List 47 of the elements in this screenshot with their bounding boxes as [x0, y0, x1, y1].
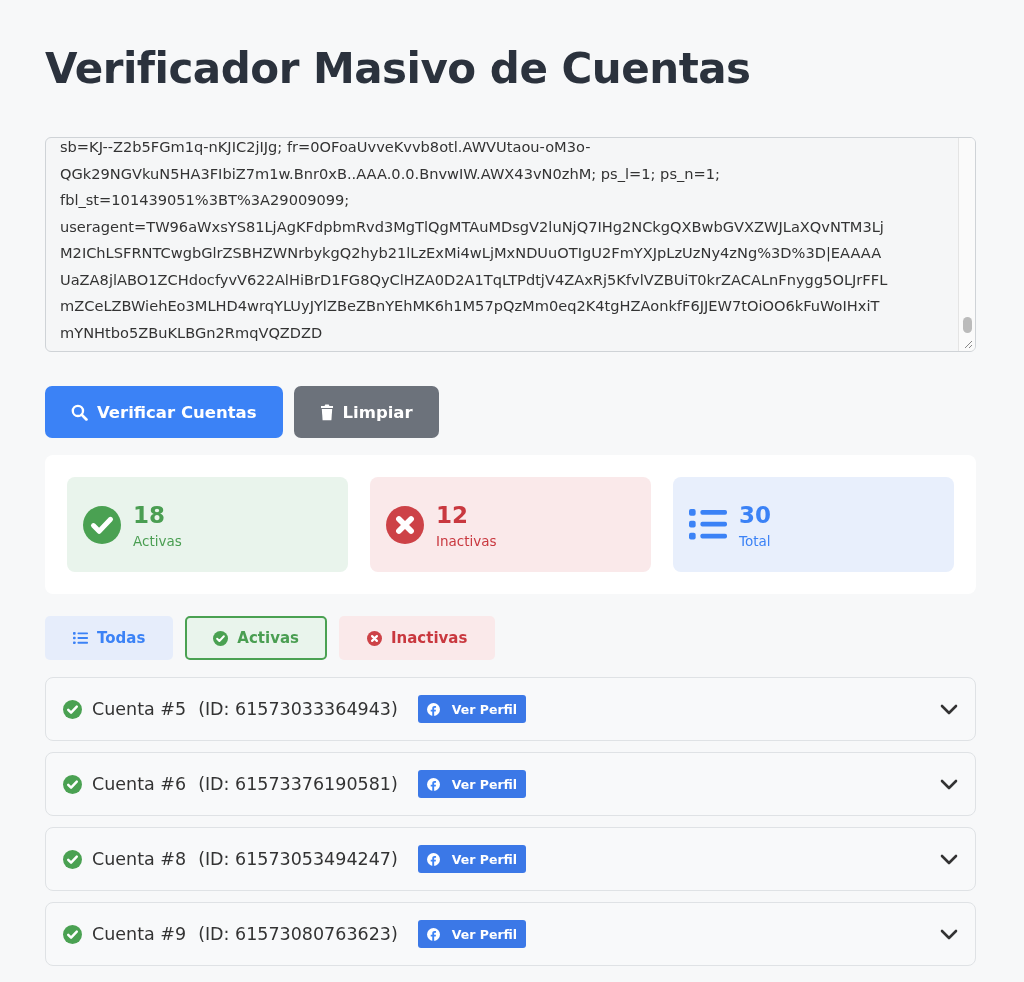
- stat-label: Activas: [133, 532, 182, 549]
- view-profile-button[interactable]: Ver Perfil: [417, 695, 527, 723]
- clear-button[interactable]: Limpiar: [293, 386, 439, 438]
- account-row[interactable]: Cuenta #6 (ID: 61573376190581) Ver Perfil: [45, 752, 976, 816]
- account-name: Cuenta #5: [92, 699, 187, 719]
- account-id: (ID: 61573376190581): [198, 774, 398, 794]
- stat-label: Inactivas: [436, 532, 497, 549]
- stat-count: 18: [133, 500, 166, 529]
- facebook-icon: [426, 927, 440, 941]
- list-icon: [689, 509, 727, 540]
- trash-icon: [319, 403, 334, 421]
- filter-tab[interactable]: Todas: [45, 616, 174, 660]
- page-title: Verificador Masivo de Cuentas: [45, 44, 752, 93]
- x-circle-icon: [386, 505, 424, 544]
- check-circle-icon: [83, 505, 121, 544]
- facebook-icon: [426, 702, 440, 716]
- cookie-text-area[interactable]: sb=KJ--Z2b5FGm1q-nKJIC2jIJg; fr=0OFoaUvveKvvb8otl.AWVUtaou-oM3o- QGk29NGVkuN5HA3FIbiZ7m1w.Bnr0xB..AAA.0.0.BnvwIW.AWX43vN0zhM; ps_l=1; ps_n=1; fbl_st=101439051%3BT%3A29009099; useragent=TW96aWxsYS81LjAgKFdpbmRvd3MgTlQgMTAuMDsgV2luNjQ7IHg2NCkgQXBwbGVXZWJLaXQvNTM3Lj M2IChLSFRNTCwgbGlrZSBHZWNrbykgQ2hyb21lLzExMi4wLjMxNDUuOTIgU2FmYXJpLzUzNy4zNg%3D%3D|EAAAA UaZA8jlABO1ZCHdocfyvV622AlHiBrD1FG8QyClHZA0D2A1TqLTPdtjV4ZAxRj5KfvlVZBUiT0krZACALnFnygg5OLJrFFL mZCeLZBWiehEo3MLHD4wrqYLUyJYlZBeZBnYEhMK6h1M57pQzMm0eq2K4tgHZAonkfF6JJEW7tOiOO6kFuWoIHxiT mYNHtbo5ZBuKLBGn2RmqVQZDZD: [45, 137, 976, 352]
- x-circle-icon: [367, 630, 382, 646]
- chevron-down-icon[interactable]: [940, 928, 958, 940]
- scrollbar-thumb[interactable]: [963, 317, 972, 333]
- account-id: (ID: 61573080763623): [198, 924, 398, 944]
- facebook-icon: [426, 777, 440, 791]
- facebook-icon: [426, 852, 440, 866]
- filter-tab[interactable]: Activas: [185, 616, 327, 660]
- chevron-down-icon[interactable]: [940, 703, 958, 715]
- chevron-down-icon[interactable]: [940, 853, 958, 865]
- view-profile-button[interactable]: Ver Perfil: [417, 920, 527, 948]
- search-icon: [71, 403, 88, 421]
- stat-count: 30: [739, 500, 771, 529]
- account-id: (ID: 61573033364943): [198, 699, 398, 719]
- account-name: Cuenta #9: [92, 924, 187, 944]
- account-name: Cuenta #6: [92, 774, 187, 794]
- account-name: Cuenta #8: [92, 849, 187, 869]
- list-icon: [73, 632, 88, 644]
- resize-handle-icon[interactable]: [964, 340, 973, 349]
- account-id: (ID: 61573053494247): [198, 849, 398, 869]
- chevron-down-icon[interactable]: [940, 778, 958, 790]
- stat-label: Total: [739, 532, 771, 549]
- account-row[interactable]: Cuenta #5 (ID: 61573033364943) Ver Perfil: [45, 677, 976, 741]
- view-profile-button[interactable]: Ver Perfil: [417, 845, 527, 873]
- filter-tab[interactable]: Inactivas: [339, 616, 496, 660]
- account-row[interactable]: Cuenta #8 (ID: 61573053494247) Ver Perfil: [45, 827, 976, 891]
- check-circle-icon: [213, 630, 229, 646]
- stat-count: 12: [436, 500, 469, 529]
- view-profile-button[interactable]: Ver Perfil: [417, 770, 527, 798]
- verify-button[interactable]: Verificar Cuentas: [45, 386, 283, 438]
- account-row[interactable]: Cuenta #9 (ID: 61573080763623) Ver Perfil: [45, 902, 976, 966]
